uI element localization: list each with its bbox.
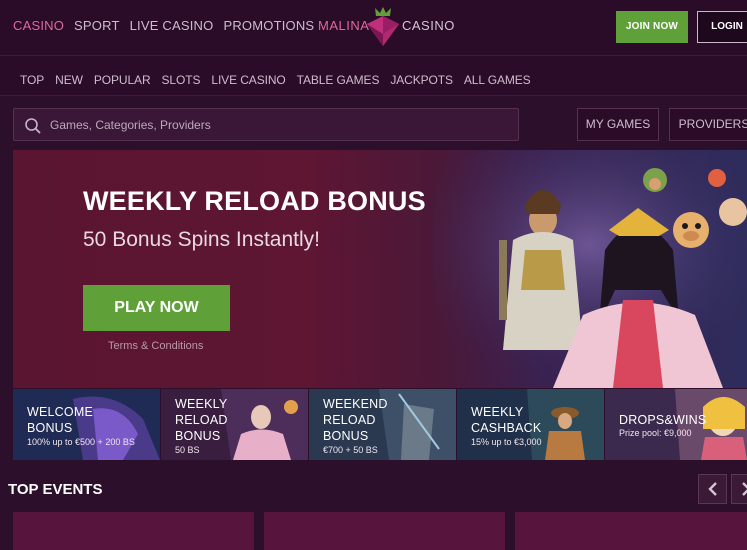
promo-tile-weekend-reload[interactable]: WEEKEND RELOAD BONUS €700 + 50 BS [309, 389, 456, 460]
brand-logo[interactable]: MALINA CASINO [318, 4, 458, 46]
event-card[interactable] [264, 512, 505, 550]
nav-live-casino[interactable]: LIVE CASINO [130, 17, 214, 35]
top-header: CASINO SPORT LIVE CASINO PROMOTIONS MALI… [0, 0, 747, 55]
promo-title-line1: WEEKLY [471, 405, 524, 419]
category-all-games[interactable]: ALL GAMES [464, 73, 531, 87]
events-next-button[interactable] [731, 474, 747, 504]
promo-subtitle: 100% up to €500 + 200 BS [27, 437, 135, 447]
promo-title-line1: WEEKLY [175, 397, 228, 411]
my-games-button[interactable]: MY GAMES [577, 108, 659, 141]
search-bar [13, 108, 519, 141]
promo-title-line1: WELCOME [27, 405, 93, 419]
category-slots[interactable]: SLOTS [162, 73, 201, 87]
hero-subtitle: 50 Bonus Spins Instantly! [83, 228, 320, 251]
nav-casino[interactable]: CASINO [13, 17, 64, 35]
promo-tile-welcome-bonus[interactable]: WELCOME BONUS 100% up to €500 + 200 BS [13, 389, 160, 460]
promo-subtitle: Prize pool: €9,000 [619, 428, 692, 438]
chevron-left-icon [707, 482, 717, 496]
promo-title-line1: DROPS&WINS [619, 413, 707, 427]
chevron-right-icon [741, 482, 747, 496]
promo-title-line2: RELOAD [175, 413, 228, 427]
terms-link[interactable]: Terms & Conditions [108, 340, 203, 352]
join-now-button[interactable]: JOIN NOW [616, 11, 688, 43]
search-input[interactable] [50, 109, 510, 140]
category-top[interactable]: TOP [20, 73, 44, 87]
category-nav: TOP NEW POPULAR SLOTS LIVE CASINO TABLE … [0, 55, 747, 96]
event-card[interactable] [515, 512, 747, 550]
nav-promotions[interactable]: PROMOTIONS [223, 17, 314, 35]
search-icon [25, 118, 41, 134]
promo-tile-weekly-reload[interactable]: WEEKLY RELOAD BONUS 50 BS [161, 389, 308, 460]
event-card[interactable] [13, 512, 254, 550]
hero-title: WEEKLY RELOAD BONUS [83, 186, 426, 216]
promo-title-line2: CASHBACK [471, 421, 542, 435]
category-table-games[interactable]: TABLE GAMES [297, 73, 380, 87]
promo-title-line2: BONUS [27, 421, 73, 435]
events-prev-button[interactable] [698, 474, 727, 504]
category-new[interactable]: NEW [55, 73, 83, 87]
category-live-casino[interactable]: LIVE CASINO [211, 73, 285, 87]
promo-tile-drops-wins[interactable]: DROPS&WINS Prize pool: €9,000 [605, 389, 747, 460]
promo-tile-weekly-cashback[interactable]: WEEKLY CASHBACK 15% up to €3,000 [457, 389, 604, 460]
promo-title-line3: BONUS [323, 429, 369, 443]
promo-subtitle: 50 BS [175, 445, 200, 455]
category-popular[interactable]: POPULAR [94, 73, 151, 87]
raspberry-icon [367, 7, 399, 46]
promo-subtitle: 15% up to €3,000 [471, 437, 542, 447]
main-nav: CASINO SPORT LIVE CASINO PROMOTIONS [13, 17, 314, 35]
providers-button[interactable]: PROVIDERS [669, 108, 747, 141]
brand-word-right: CASINO [402, 18, 455, 33]
promo-subtitle: €700 + 50 BS [323, 445, 378, 455]
hero-illustration [433, 150, 747, 388]
promo-title-line1: WEEKEND [323, 397, 388, 411]
play-now-button[interactable]: PLAY NOW [83, 285, 230, 331]
promo-title-line3: BONUS [175, 429, 221, 443]
promo-strip: WELCOME BONUS 100% up to €500 + 200 BS W… [13, 389, 747, 460]
brand-word-left: MALINA [318, 18, 370, 33]
category-jackpots[interactable]: JACKPOTS [390, 73, 453, 87]
hero-banner: WEEKLY RELOAD BONUS 50 Bonus Spins Insta… [13, 150, 747, 388]
top-events-title: TOP EVENTS [8, 481, 103, 498]
nav-sport[interactable]: SPORT [74, 17, 120, 35]
promo-title-line2: RELOAD [323, 413, 376, 427]
login-button[interactable]: LOGIN [697, 11, 747, 43]
